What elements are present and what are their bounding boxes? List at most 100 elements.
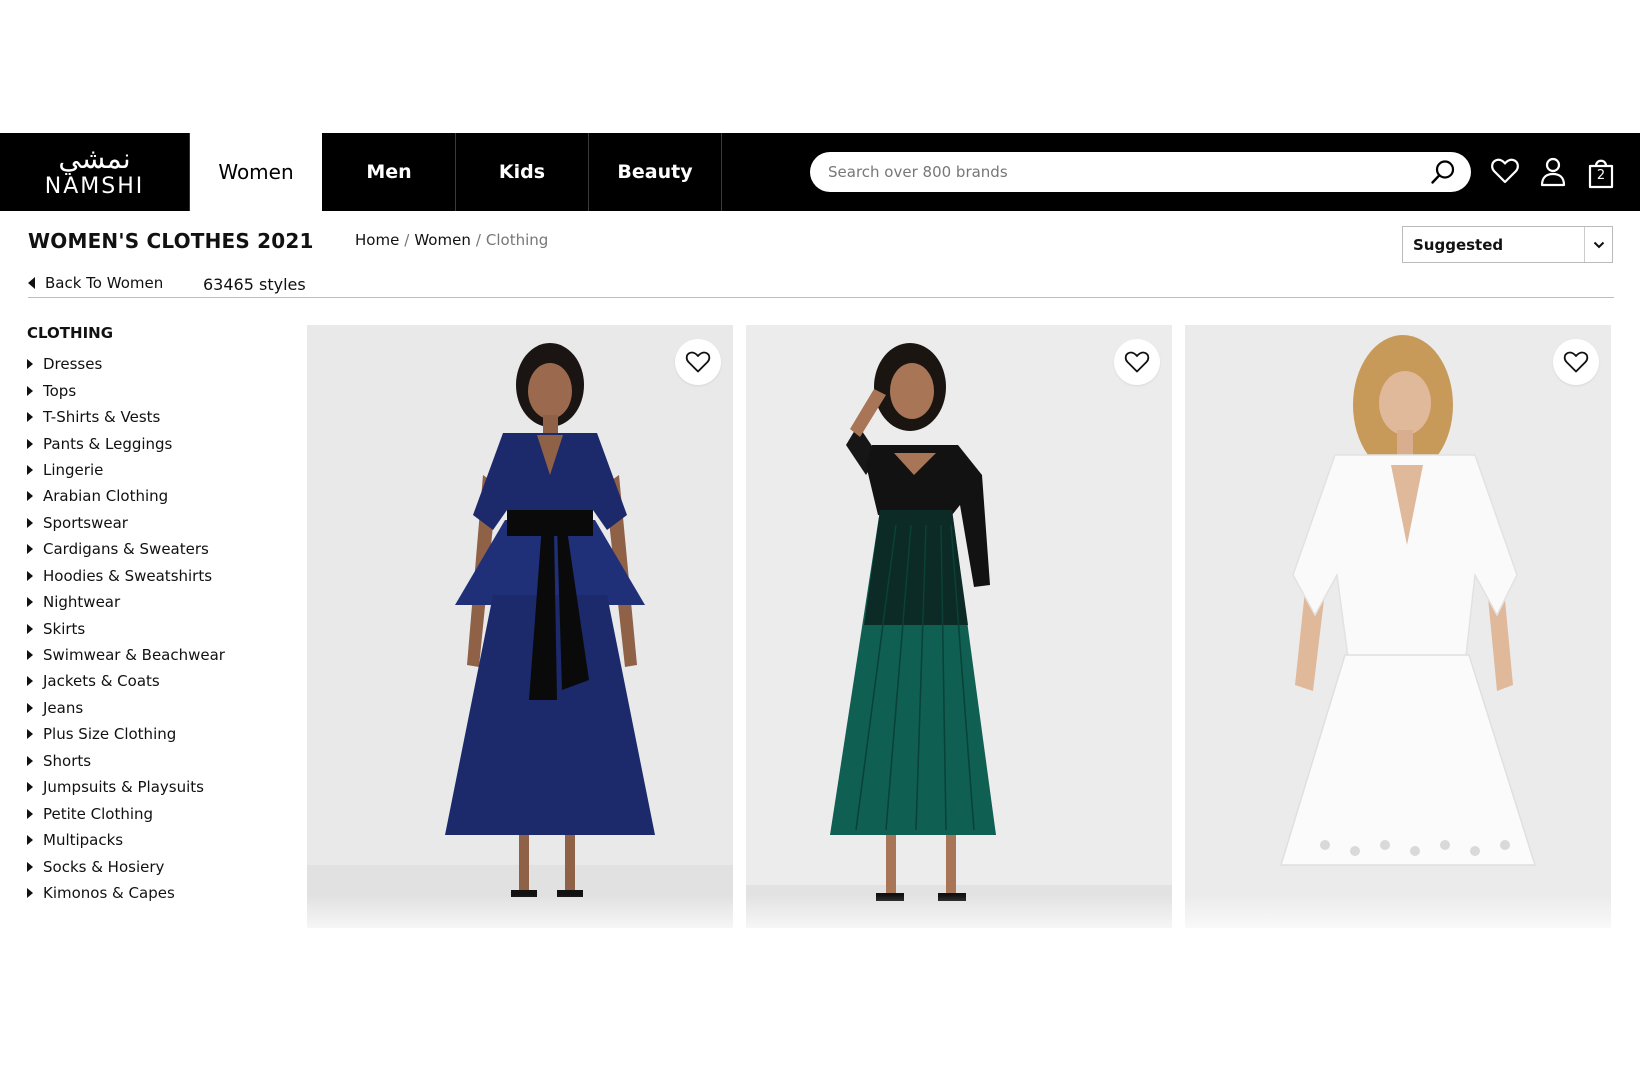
sidebar-item-label: Arabian Clothing xyxy=(43,487,169,506)
caret-right-icon xyxy=(27,491,33,502)
bag-count-badge: 2 xyxy=(1596,168,1606,183)
logo-arabic-text: نمشي xyxy=(58,142,131,175)
sort-dropdown[interactable]: Suggested xyxy=(1402,226,1613,263)
chevron-down-icon xyxy=(1584,227,1612,262)
sidebar-item-label: Sportswear xyxy=(43,513,128,532)
tab-beauty[interactable]: Beauty xyxy=(589,133,722,211)
wishlist-button[interactable] xyxy=(1114,339,1160,385)
sidebar-item-nightwear[interactable]: Nightwear xyxy=(27,589,225,615)
breadcrumb-women[interactable]: Women xyxy=(414,231,470,249)
search-bar xyxy=(810,152,1471,192)
search-input[interactable] xyxy=(826,162,1429,182)
sidebar-item-shorts[interactable]: Shorts xyxy=(27,748,225,774)
caret-right-icon xyxy=(27,597,33,608)
sidebar-item-label: Multipacks xyxy=(43,831,124,850)
sidebar-item-label: Socks & Hosiery xyxy=(43,857,165,876)
page: نمشي NAMSHI Women Men Kids Beauty Search… xyxy=(0,0,1640,1080)
product-image xyxy=(1185,325,1611,928)
sidebar-item-plus-size-clothing[interactable]: Plus Size Clothing xyxy=(27,721,225,747)
sidebar-item-hoodies-sweatshirts[interactable]: Hoodies & Sweatshirts xyxy=(27,563,225,589)
sidebar-item-socks-hosiery[interactable]: Socks & Hosiery xyxy=(27,853,225,879)
product-card[interactable] xyxy=(746,325,1172,928)
caret-right-icon xyxy=(27,544,33,555)
sidebar-item-label: Cardigans & Sweaters xyxy=(43,540,209,559)
sidebar-item-dresses[interactable]: Dresses xyxy=(27,351,225,377)
caret-right-icon xyxy=(27,782,33,793)
product-card[interactable] xyxy=(307,325,733,928)
sidebar-item-sportswear[interactable]: Sportswear xyxy=(27,510,225,536)
product-card[interactable] xyxy=(1185,325,1611,928)
sidebar-item-label: Jackets & Coats xyxy=(43,672,160,691)
sidebar-item-multipacks[interactable]: Multipacks xyxy=(27,827,225,853)
sidebar-item-tops[interactable]: Tops xyxy=(27,377,225,403)
heart-icon xyxy=(1563,351,1589,373)
sidebar-item-petite-clothing[interactable]: Petite Clothing xyxy=(27,800,225,826)
sidebar-item-label: Kimonos & Capes xyxy=(43,883,175,902)
tab-men[interactable]: Men xyxy=(323,133,456,211)
divider xyxy=(28,297,1614,298)
caret-right-icon xyxy=(27,887,33,898)
sidebar-item-pants-leggings[interactable]: Pants & Leggings xyxy=(27,430,225,456)
sidebar-item-jackets-coats[interactable]: Jackets & Coats xyxy=(27,668,225,694)
sidebar-item-label: Hoodies & Sweatshirts xyxy=(43,566,213,585)
caret-right-icon xyxy=(27,570,33,581)
caret-right-icon xyxy=(27,464,33,475)
sidebar-item-label: Jumpsuits & Playsuits xyxy=(43,778,204,797)
sidebar-item-label: Plus Size Clothing xyxy=(43,725,177,744)
logo-text: NAMSHI xyxy=(44,174,145,199)
caret-right-icon xyxy=(27,438,33,449)
caret-right-icon xyxy=(27,650,33,661)
back-link-label: Back To Women xyxy=(45,274,164,292)
caret-left-icon xyxy=(28,277,35,289)
sidebar-item-label: Pants & Leggings xyxy=(43,434,173,453)
sidebar-item-skirts[interactable]: Skirts xyxy=(27,615,225,641)
caret-right-icon xyxy=(27,517,33,528)
product-image xyxy=(746,325,1172,928)
sidebar-item-label: Petite Clothing xyxy=(43,804,154,823)
style-count: 63465 styles xyxy=(203,275,306,294)
category-list: Dresses Tops T-Shirts & Vests Pants & Le… xyxy=(27,351,225,906)
top-nav: نمشي NAMSHI Women Men Kids Beauty Search… xyxy=(0,133,1640,211)
breadcrumb-separator: / xyxy=(404,231,410,249)
sidebar-item-label: Tops xyxy=(43,381,77,400)
sidebar-item-arabian-clothing[interactable]: Arabian Clothing xyxy=(27,483,225,509)
sidebar-item-cardigans-sweaters[interactable]: Cardigans & Sweaters xyxy=(27,536,225,562)
breadcrumb-home[interactable]: Home xyxy=(355,231,399,249)
sort-value: Suggested xyxy=(1413,235,1504,254)
sidebar-item-jumpsuits-playsuits[interactable]: Jumpsuits & Playsuits xyxy=(27,774,225,800)
sidebar-item-t-shirts-vests[interactable]: T-Shirts & Vests xyxy=(27,404,225,430)
sidebar-item-label: Jeans xyxy=(43,698,84,717)
sidebar-item-lingerie[interactable]: Lingerie xyxy=(27,457,225,483)
user-icon[interactable] xyxy=(1538,155,1568,189)
sidebar-item-label: Skirts xyxy=(43,619,86,638)
sidebar-item-swimwear-beachwear[interactable]: Swimwear & Beachwear xyxy=(27,642,225,668)
caret-right-icon xyxy=(27,359,33,370)
bag-button[interactable]: 2 xyxy=(1586,155,1616,189)
sidebar-item-kimonos-capes[interactable]: Kimonos & Capes xyxy=(27,880,225,906)
search-icon[interactable] xyxy=(1429,158,1457,186)
wishlist-button[interactable] xyxy=(1553,339,1599,385)
caret-right-icon xyxy=(27,835,33,846)
tab-kids[interactable]: Kids xyxy=(456,133,589,211)
breadcrumb-separator: / xyxy=(475,231,481,249)
caret-right-icon xyxy=(27,755,33,766)
caret-right-icon xyxy=(27,808,33,819)
sidebar-item-jeans[interactable]: Jeans xyxy=(27,695,225,721)
caret-right-icon xyxy=(27,676,33,687)
sidebar-item-label: Lingerie xyxy=(43,460,104,479)
sidebar-item-label: T-Shirts & Vests xyxy=(43,408,161,427)
sidebar-item-label: Swimwear & Beachwear xyxy=(43,646,225,665)
nav-icons: 2 xyxy=(1490,155,1616,189)
wishlist-button[interactable] xyxy=(675,339,721,385)
caret-right-icon xyxy=(27,412,33,423)
caret-right-icon xyxy=(27,385,33,396)
caret-right-icon xyxy=(27,623,33,634)
page-title: WOMEN'S CLOTHES 2021 xyxy=(28,229,314,253)
sidebar-item-label: Nightwear xyxy=(43,593,121,612)
caret-right-icon xyxy=(27,861,33,872)
tab-women[interactable]: Women xyxy=(190,133,323,211)
back-to-women-link[interactable]: Back To Women xyxy=(28,274,163,292)
logo[interactable]: نمشي NAMSHI xyxy=(0,133,190,211)
heart-icon[interactable] xyxy=(1490,155,1520,189)
breadcrumb-current: Clothing xyxy=(485,231,549,249)
